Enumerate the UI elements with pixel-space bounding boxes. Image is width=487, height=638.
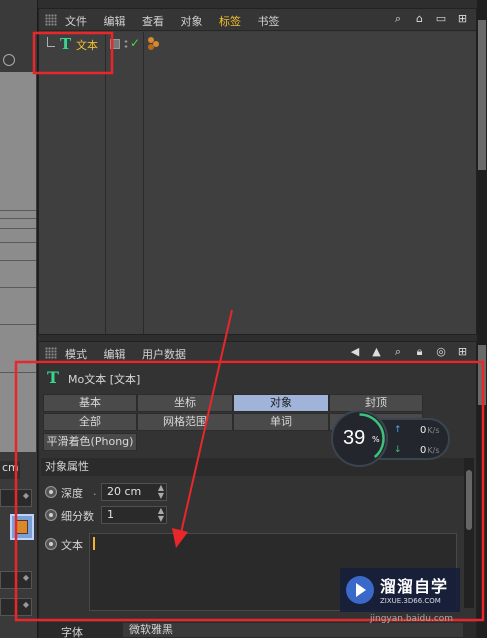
annotation-arrow-head <box>172 528 188 548</box>
annotation-layer <box>14 31 485 622</box>
watermark-url: ZIXUE.3D66.COM <box>380 597 441 605</box>
watermark-logo: 溜溜自学 ZIXUE.3D66.COM <box>340 568 460 612</box>
play-logo-icon <box>346 576 374 604</box>
annotation-box-object <box>32 31 114 75</box>
watermark-small: jingyan.baidu.com <box>370 614 454 624</box>
annotation-arrow-line <box>180 309 233 534</box>
watermark-title: 溜溜自学 <box>380 577 449 596</box>
